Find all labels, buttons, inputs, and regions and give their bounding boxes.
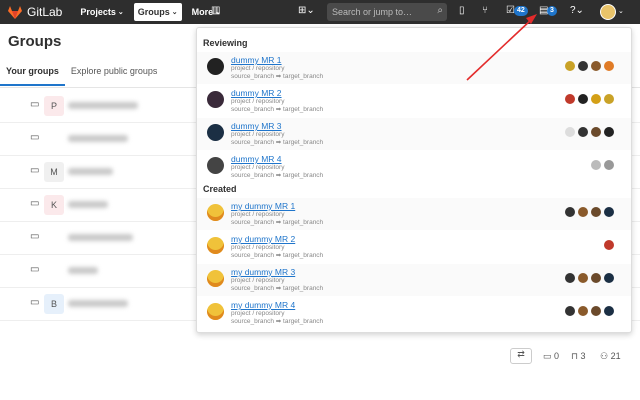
annotation-arrow (466, 14, 537, 81)
